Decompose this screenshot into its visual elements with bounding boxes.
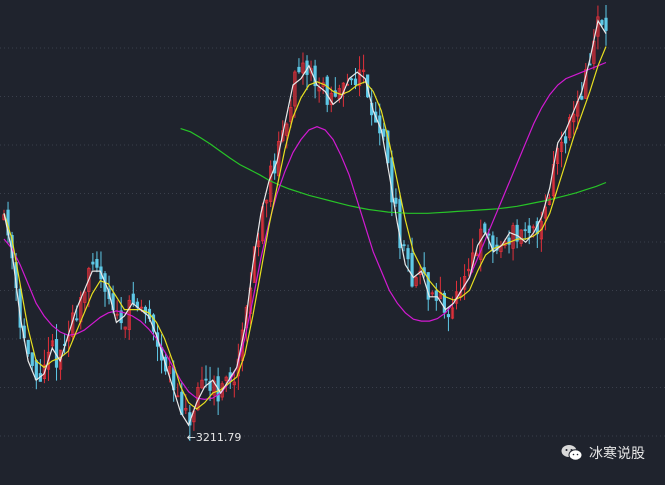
- candle-body: [349, 78, 354, 81]
- candle-body: [34, 360, 38, 380]
- candle-body: [523, 229, 527, 232]
- candle-body: [527, 225, 531, 233]
- wechat-icon: [561, 444, 583, 462]
- candles-group: [2, 4, 608, 442]
- ma-white-line: [3, 19, 607, 427]
- candle-body: [91, 261, 95, 265]
- candle-body: [580, 95, 584, 100]
- low-marker-label: ←3211.79: [187, 431, 242, 444]
- candle-body: [75, 318, 79, 321]
- candle-body: [30, 352, 34, 366]
- candle-body: [410, 252, 414, 287]
- candle-body: [483, 223, 487, 233]
- candle-body: [434, 290, 438, 301]
- watermark-text: 冰寒说股: [589, 446, 645, 462]
- grid-lines: [0, 47, 665, 437]
- ma-lines-group: [3, 19, 607, 427]
- candle-body: [446, 314, 451, 318]
- candle-body: [394, 197, 398, 204]
- candle-body: [95, 259, 99, 268]
- low-marker: ←3211.79: [187, 431, 242, 444]
- chart-svg: ←3211.79: [0, 4, 665, 444]
- candle-body: [353, 78, 358, 86]
- candle-body: [204, 378, 208, 381]
- candle-body: [180, 391, 184, 415]
- candle-body: [382, 128, 386, 137]
- candlestick-chart: ←3211.79: [0, 0, 665, 481]
- candle-body: [604, 17, 608, 31]
- candle-body: [297, 66, 301, 73]
- candle-body: [406, 248, 410, 260]
- candle-body: [600, 20, 604, 25]
- watermark: 冰寒说股: [561, 443, 645, 463]
- candle-body: [563, 136, 568, 144]
- candle-body: [402, 244, 406, 247]
- candle-body: [325, 76, 329, 105]
- candle-body: [26, 339, 30, 355]
